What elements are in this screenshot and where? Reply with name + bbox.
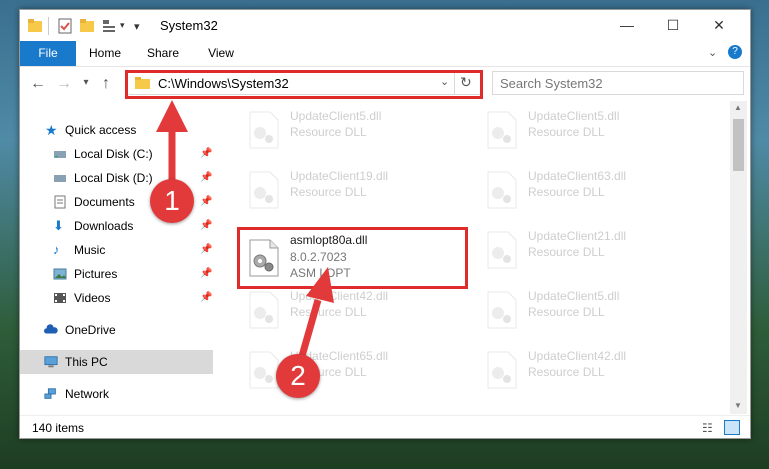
step-badge-1: 1 — [150, 179, 194, 223]
arrow-head-2 — [306, 267, 334, 303]
annotation-arrows — [156, 100, 334, 371]
arrow-head-1 — [156, 100, 188, 132]
step-badge-2: 2 — [276, 354, 320, 398]
